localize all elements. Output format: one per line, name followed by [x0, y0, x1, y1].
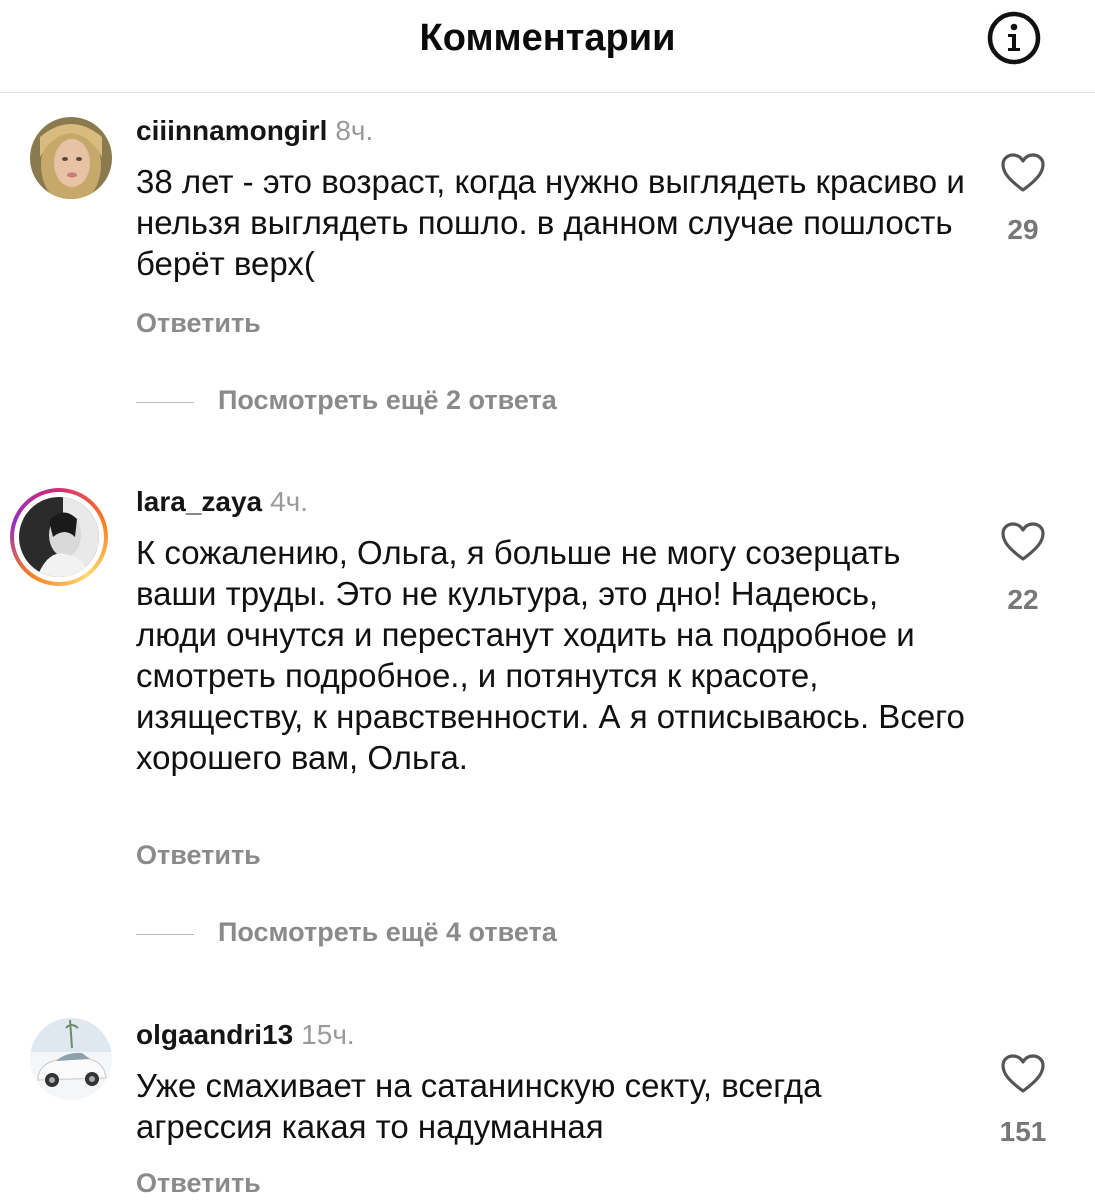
divider-line	[136, 402, 194, 403]
like-button[interactable]	[1000, 1053, 1046, 1095]
like-button[interactable]	[1000, 521, 1046, 563]
info-icon	[987, 11, 1041, 65]
avatar[interactable]	[10, 488, 108, 586]
reply-button[interactable]: Ответить	[136, 1168, 261, 1199]
comment-text: Уже смахивает на сатанинскую секту, всег…	[136, 1067, 822, 1145]
view-replies-label: Посмотреть ещё 2 ответа	[218, 385, 557, 415]
username[interactable]: ciiinnamongirl	[136, 115, 327, 146]
timestamp: 15ч.	[301, 1019, 355, 1050]
user-photo	[30, 117, 112, 199]
username[interactable]: lara_zaya	[136, 486, 262, 517]
view-replies-label: Посмотреть ещё 4 ответа	[218, 917, 557, 947]
user-photo	[30, 1018, 112, 1100]
comment-meta: ciiinnamongirl 8ч.	[136, 114, 373, 148]
reply-button[interactable]: Ответить	[136, 840, 261, 871]
heart-icon	[1001, 1054, 1045, 1093]
like-count: 151	[999, 1116, 1047, 1147]
timestamp: 4ч.	[270, 486, 309, 517]
user-photo	[19, 497, 99, 577]
page-title: Комментарии	[419, 17, 676, 59]
comment-meta: olgaandri13 15ч.	[136, 1018, 355, 1052]
comment-text: К сожалению, Ольга, я больше не могу соз…	[136, 534, 965, 776]
timestamp: 8ч.	[335, 115, 374, 146]
heart-icon	[1001, 522, 1045, 561]
comment-meta: lara_zaya 4ч.	[136, 485, 308, 519]
heart-icon	[1001, 153, 1045, 192]
username[interactable]: olgaandri13	[136, 1019, 293, 1050]
avatar[interactable]	[30, 117, 112, 199]
info-button[interactable]	[986, 10, 1042, 66]
comment-text: 38 лет - это возраст, когда нужно выгляд…	[136, 163, 965, 282]
avatar[interactable]	[30, 1018, 112, 1100]
divider-line	[136, 934, 194, 935]
reply-button[interactable]: Ответить	[136, 308, 261, 339]
comments-header: Комментарии	[0, 0, 1095, 93]
like-count: 29	[1007, 214, 1039, 245]
like-button[interactable]	[1000, 152, 1046, 194]
like-count: 22	[1007, 584, 1039, 615]
